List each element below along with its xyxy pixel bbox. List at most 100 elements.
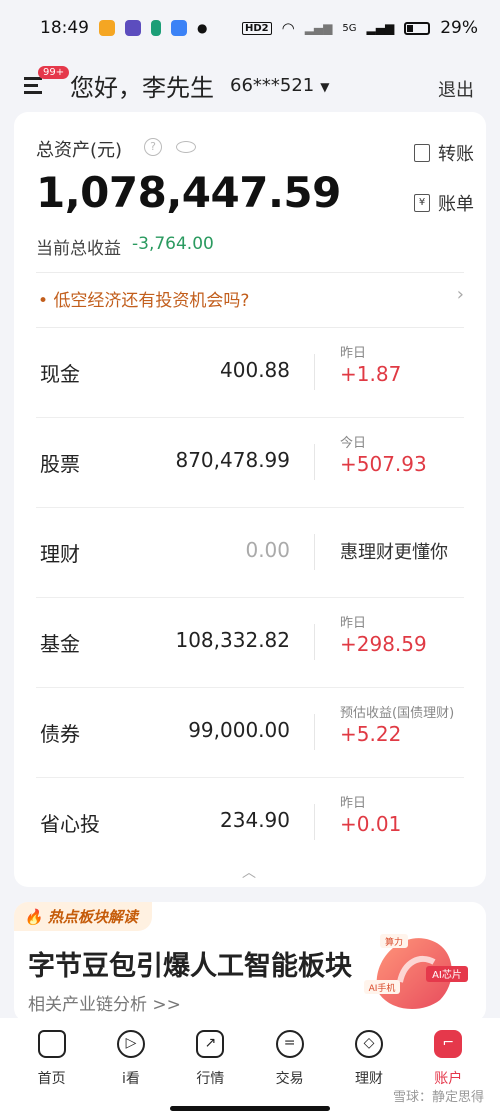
total-profit-label: 当前总收益: [36, 239, 121, 259]
bill-label: 账单: [438, 194, 474, 215]
account-selector[interactable]: 66***521 ▼: [230, 75, 330, 96]
change-period: 今日: [340, 436, 367, 451]
transfer-button[interactable]: 转账: [414, 140, 474, 166]
change-period: 昨日: [340, 346, 367, 361]
battery-icon: [404, 21, 431, 35]
hot-sector-card[interactable]: 🔥 热点板块解读 字节豆包引爆人工智能板块 相关产业链分析 >> 算力 AI手机…: [14, 902, 486, 1022]
total-profit-value: -3,764.00: [132, 234, 214, 254]
divider: [314, 534, 315, 570]
hot-sector-tag-text: 热点板块解读: [47, 908, 138, 926]
divider: [314, 624, 315, 660]
asset-value: 870,478.99: [175, 448, 290, 472]
asset-change: +298.59: [340, 632, 427, 656]
status-bar: 18:49 ● HD2 ◠ ▂▄▆ 5G ▂▄▆ 29%: [0, 0, 500, 56]
industry-chain-link[interactable]: 相关产业链分析 >>: [28, 990, 181, 1015]
art-label: 算力: [385, 936, 403, 948]
asset-row-funds[interactable]: 基金 108,332.82 昨日 +298.59: [36, 598, 464, 688]
wealth-promo[interactable]: 惠理财更懂你: [340, 538, 448, 564]
hot-sector-title: 字节豆包引爆人工智能板块: [28, 951, 352, 982]
asset-row-worry-free[interactable]: 省心投 234.90 昨日 +0.01: [36, 778, 464, 868]
news-tip[interactable]: • 低空经济还有投资机会吗?: [38, 286, 249, 311]
divider: [314, 354, 315, 390]
asset-name: 现金: [40, 362, 80, 386]
help-icon[interactable]: ?: [144, 138, 162, 156]
divider: [314, 714, 315, 750]
tab-label: i看: [122, 1071, 140, 1087]
collapse-chevron-up-icon[interactable]: ︿: [242, 862, 256, 882]
tab-home[interactable]: 首页: [17, 1018, 87, 1117]
network-type: 5G: [342, 22, 357, 34]
asset-name: 理财: [40, 542, 80, 566]
divider: [36, 272, 464, 273]
tab-label: 理财: [354, 1071, 383, 1087]
wifi-icon: ◠: [281, 19, 295, 37]
notification-app-icon: [125, 20, 141, 36]
asset-row-stocks[interactable]: 股票 870,478.99 今日 +507.93: [36, 418, 464, 508]
tab-label: 首页: [37, 1071, 66, 1087]
battery-percent: 29%: [440, 18, 478, 38]
account-icon: ⌐: [434, 1030, 463, 1058]
asset-name: 省心投: [40, 812, 100, 836]
change-period: 昨日: [340, 796, 367, 811]
caret-down-icon: ▼: [320, 79, 330, 94]
notification-app-icon: [171, 20, 187, 36]
hd-icon: HD2: [241, 21, 272, 35]
total-assets-label: 总资产(元): [36, 140, 123, 161]
message-badge: 99+: [38, 66, 70, 79]
asset-value: 0.00: [245, 538, 290, 562]
logout-button[interactable]: 退出: [438, 76, 474, 102]
hot-sector-tag: 🔥 热点板块解读: [14, 902, 152, 931]
notification-app-icon: [99, 20, 115, 36]
transfer-icon: [414, 144, 430, 162]
tab-label: 行情: [196, 1071, 225, 1087]
bill-icon: ¥: [414, 194, 430, 212]
asset-value: 234.90: [220, 808, 290, 832]
news-tip-text: 低空经济还有投资机会吗?: [53, 291, 250, 311]
asset-row-bonds[interactable]: 债券 99,000.00 预估收益(国债理财) +5.22: [36, 688, 464, 778]
asset-change: +5.22: [340, 722, 402, 746]
asset-change: +1.87: [340, 362, 402, 386]
asset-value: 99,000.00: [188, 718, 290, 742]
account-header: 99+ 您好，李先生 66***521 ▼ 退出: [0, 56, 500, 114]
tab-watch[interactable]: ▷ i看: [96, 1018, 166, 1117]
account-number: 66***521: [230, 74, 315, 96]
asset-change: +507.93: [340, 452, 427, 476]
change-period: 预估收益(国债理财): [340, 706, 455, 721]
tab-label: 交易: [275, 1071, 304, 1087]
tab-market[interactable]: ↗ 行情: [175, 1018, 245, 1117]
asset-row-cash[interactable]: 现金 400.88 昨日 +1.87: [36, 328, 464, 418]
transfer-label: 转账: [438, 144, 474, 165]
greeting: 您好，李先生: [70, 73, 214, 102]
tab-trade[interactable]: = 交易: [255, 1018, 325, 1117]
art-label: AI芯片: [432, 968, 462, 981]
bill-button[interactable]: ¥ 账单: [414, 190, 474, 216]
ai-illustration: 算力 AI手机 AI芯片: [364, 934, 468, 1010]
home-icon: [37, 1030, 66, 1058]
asset-row-wealth[interactable]: 理财 0.00 惠理财更懂你: [36, 508, 464, 598]
assets-card: 总资产(元) ? 1,078,447.59 转账 ¥ 账单 当前总收益 -3,7…: [14, 112, 486, 887]
chevron-right-icon[interactable]: ›: [457, 284, 464, 305]
watermark: 雪球：静定思得: [392, 1090, 484, 1105]
chart-icon: ↗: [196, 1030, 225, 1058]
eye-icon[interactable]: [176, 141, 196, 153]
divider: [314, 804, 315, 840]
total-assets-value: 1,078,447.59: [36, 168, 341, 217]
asset-value: 400.88: [220, 358, 290, 382]
trade-icon: =: [275, 1030, 304, 1058]
signal-icon: ▂▄▆: [304, 21, 333, 35]
clock: 18:49: [40, 18, 89, 38]
wealth-icon: ◇: [354, 1030, 383, 1058]
tab-label: 账户: [434, 1071, 463, 1087]
asset-name: 债券: [40, 722, 80, 746]
art-label: AI手机: [369, 982, 396, 994]
asset-name: 基金: [40, 632, 80, 656]
notification-app-icon: [151, 20, 161, 36]
asset-value: 108,332.82: [175, 628, 290, 652]
change-period: 昨日: [340, 616, 367, 631]
play-icon: ▷: [116, 1030, 145, 1058]
home-indicator: [170, 1106, 330, 1111]
asset-name: 股票: [40, 452, 80, 476]
asset-change: +0.01: [340, 812, 402, 836]
divider: [314, 444, 315, 480]
signal-icon: ▂▄▆: [366, 21, 395, 35]
